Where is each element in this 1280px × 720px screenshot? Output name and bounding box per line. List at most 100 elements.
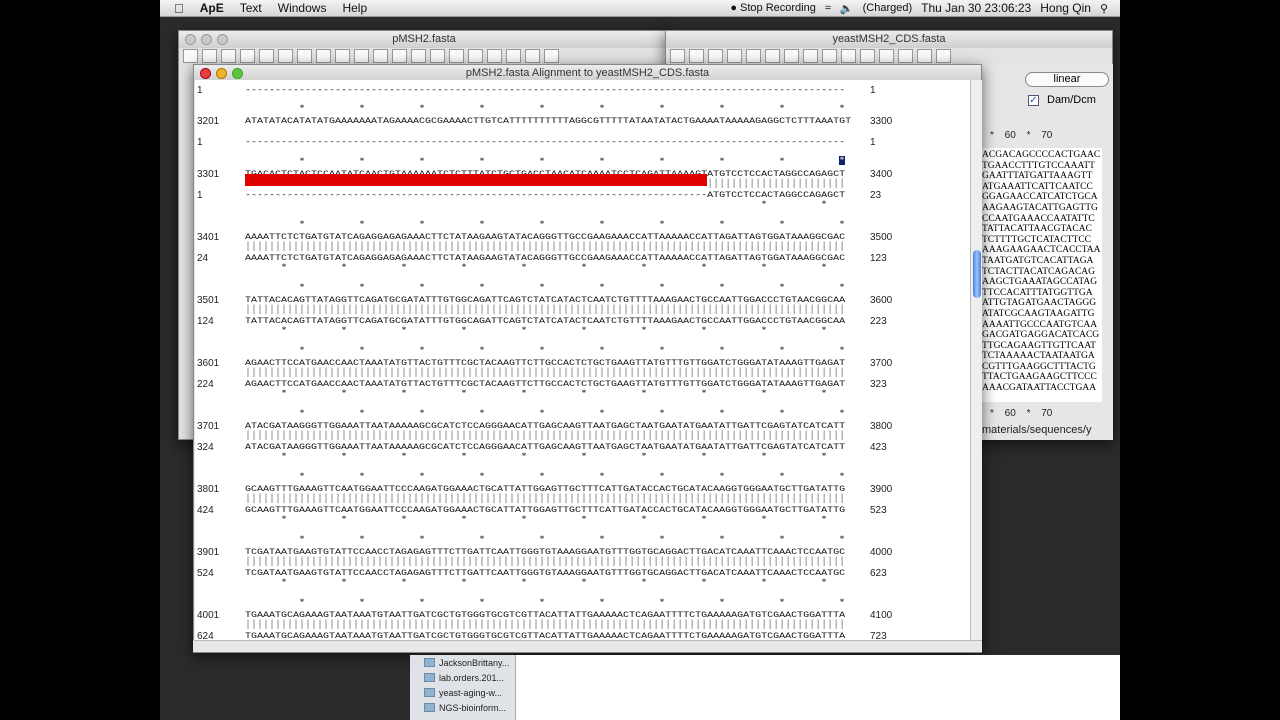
battery-status[interactable]: (Charged)	[863, 2, 913, 14]
toolbar-button-icon[interactable]	[860, 49, 875, 63]
position-marker: *	[719, 345, 725, 355]
position-marker: *	[821, 325, 827, 335]
toolbar-button-icon[interactable]	[240, 49, 255, 63]
position-marker: *	[341, 514, 347, 524]
scroll-thumb[interactable]	[973, 250, 981, 298]
spotlight-search-icon[interactable]: ⚲	[1100, 2, 1108, 15]
dam-dcm-checkbox[interactable]: ✓ Dam/Dcm	[1028, 94, 1096, 106]
top-end-number: 4000	[870, 547, 893, 558]
toolbar-button-icon[interactable]	[898, 49, 913, 63]
cursor-highlight: *	[839, 155, 845, 165]
toolbar-button-icon[interactable]	[487, 49, 502, 63]
menu-help[interactable]: Help	[334, 1, 375, 15]
position-marker: *	[539, 282, 545, 292]
minimize-button[interactable]	[201, 34, 212, 45]
menu-text[interactable]: Text	[232, 1, 270, 15]
bottom-end-number: 523	[870, 505, 887, 516]
position-marker: *	[761, 262, 767, 272]
toolbar-button-icon[interactable]	[449, 49, 464, 63]
apple-menu-icon[interactable]: 	[160, 1, 192, 16]
position-marker: *	[341, 262, 347, 272]
finder-item[interactable]: NGS-bioinform...	[410, 700, 515, 715]
toolbar-button-icon[interactable]	[917, 49, 932, 63]
toolbar-button-icon[interactable]	[202, 49, 217, 63]
position-marker: *	[641, 388, 647, 398]
menu-app[interactable]: ApE	[192, 1, 232, 15]
toolbar-button-icon[interactable]	[506, 49, 521, 63]
top-start-number: 3201	[197, 116, 220, 127]
position-marker: *	[821, 199, 827, 209]
top-sequence: TGAAATGCAGAAAGTAATAAATGTAATTGATCGCTGTGGG…	[245, 610, 846, 621]
finder-item[interactable]: JacksonBrittany...	[410, 655, 515, 670]
bottom-sequence: GCAAGTTTGAAAGTTCAATGGAATTCCCAAGATGGAAACT…	[245, 505, 846, 516]
position-marker: *	[401, 451, 407, 461]
sequence-text[interactable]: ACGACAGCCCCACTGAAC TGAACCTTTGTCCAAATT GAAT…	[982, 148, 1102, 402]
position-marker: *	[419, 408, 425, 418]
toolbar-button-icon[interactable]	[784, 49, 799, 63]
position-marker: *	[641, 262, 647, 272]
volume-icon[interactable]: 🔈	[840, 2, 854, 15]
zoom-button[interactable]	[217, 34, 228, 45]
toolbar-button-icon[interactable]	[822, 49, 837, 63]
close-button[interactable]	[200, 68, 211, 79]
toolbar-button-icon[interactable]	[803, 49, 818, 63]
vertical-scrollbar[interactable]	[970, 80, 982, 640]
toolbar-button-icon[interactable]	[316, 49, 331, 63]
bottom-sequence: ----------------------------------------…	[245, 190, 846, 201]
position-marker: *	[719, 156, 725, 166]
toolbar-button-icon[interactable]	[373, 49, 388, 63]
wifi-icon[interactable]: ≈	[825, 2, 831, 14]
position-marker: *	[341, 577, 347, 587]
finder-item[interactable]: lab.orders.201...	[410, 670, 515, 685]
position-marker: *	[779, 345, 785, 355]
toolbar-button-icon[interactable]	[392, 49, 407, 63]
top-sequence: ATATATACATATATGAAAAAAATAGAAAACGCGAAAACTT…	[245, 116, 852, 127]
toolbar-button-icon[interactable]	[544, 49, 559, 63]
position-marker: *	[659, 534, 665, 544]
top-start-number: 3901	[197, 547, 220, 558]
toolbar-button-icon[interactable]	[259, 49, 274, 63]
toolbar-button-icon[interactable]	[689, 49, 704, 63]
position-marker: *	[359, 597, 365, 607]
menu-windows[interactable]: Windows	[270, 1, 335, 15]
position-marker: *	[641, 451, 647, 461]
position-marker: *	[719, 534, 725, 544]
toolbar-button-icon[interactable]	[335, 49, 350, 63]
toolbar-button-icon[interactable]	[354, 49, 369, 63]
position-marker: *	[299, 471, 305, 481]
toolbar-button-icon[interactable]	[765, 49, 780, 63]
position-marker: *	[701, 325, 707, 335]
finder-item[interactable]: yeast-aging-w...	[410, 685, 515, 700]
minimize-button[interactable]	[216, 68, 227, 79]
user-name[interactable]: Hong Qin	[1040, 1, 1091, 15]
sequence-panel: linear ✓ Dam/Dcm * 60 * 70 ACGACAGCCCCACT…	[982, 64, 1113, 440]
topology-button[interactable]: linear	[1025, 72, 1109, 87]
toolbar-button-icon[interactable]	[727, 49, 742, 63]
toolbar-button-icon[interactable]	[468, 49, 483, 63]
position-marker: *	[341, 325, 347, 335]
position-marker: *	[821, 262, 827, 272]
position-marker: *	[599, 282, 605, 292]
clock[interactable]: Thu Jan 30 23:06:23	[921, 1, 1031, 15]
toolbar-button-icon[interactable]	[221, 49, 236, 63]
toolbar-button-icon[interactable]	[936, 49, 951, 63]
toolbar-button-icon[interactable]	[278, 49, 293, 63]
toolbar-button-icon[interactable]	[708, 49, 723, 63]
toolbar-button-icon[interactable]	[670, 49, 685, 63]
toolbar-button-icon[interactable]	[297, 49, 312, 63]
stop-recording-button[interactable]: ● Stop Recording	[730, 2, 816, 14]
alignment-view[interactable]: 1 ---------------------------------------…	[195, 80, 970, 640]
toolbar-button-icon[interactable]	[183, 49, 198, 63]
toolbar-button-icon[interactable]	[841, 49, 856, 63]
sequence-line: GGAGAACCATCATCTGCA	[982, 192, 1098, 203]
position-marker: *	[461, 451, 467, 461]
toolbar-button-icon[interactable]	[525, 49, 540, 63]
toolbar-button-icon[interactable]	[746, 49, 761, 63]
checkbox-checked-icon[interactable]: ✓	[1028, 94, 1039, 106]
toolbar-button-icon[interactable]	[879, 49, 894, 63]
toolbar-button-icon[interactable]	[411, 49, 426, 63]
toolbar	[666, 48, 1112, 65]
toolbar-button-icon[interactable]	[430, 49, 445, 63]
close-button[interactable]	[185, 34, 196, 45]
zoom-button[interactable]	[232, 68, 243, 79]
